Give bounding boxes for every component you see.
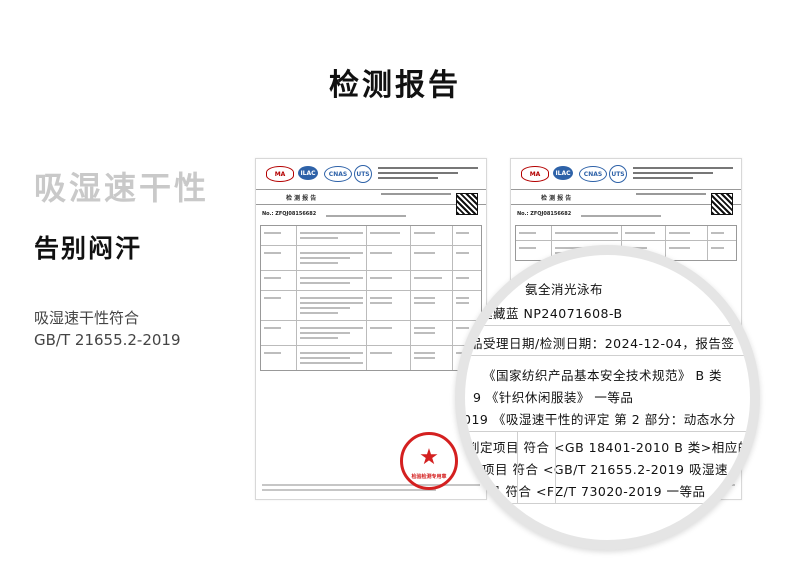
report-number-row: No.: ZFQJ08156682 (256, 211, 486, 221)
feature-subtitle: 告别闷汗 (34, 234, 143, 263)
report-number: No.: ZFQJ08156682 (262, 211, 317, 217)
report-title-row: 检 测 报 告 (511, 189, 741, 205)
description-line-1: 吸湿速干性符合 (34, 309, 140, 327)
header-text-lines (378, 167, 478, 182)
magnified-line-1: 氨全消光泳布 (525, 282, 604, 297)
magnified-line-5: 9 《针织休闲服装》 一等品 (473, 390, 634, 405)
table-row (261, 246, 481, 271)
magnified-line-9: 项目 符合 <FZ/T 73020-2019 一等品 (475, 484, 706, 499)
report-table (260, 225, 482, 371)
table-row (516, 226, 736, 241)
magnifier-lens: 氨全消光泳布 鞑藏蓝 NP24071608-B 品受理日期/检测日期：2024-… (455, 245, 760, 550)
header-text-lines (633, 167, 733, 182)
cnas-logo-icon: CNAS (579, 166, 607, 182)
feature-title: 吸湿速干性 (34, 169, 210, 207)
magnified-line-2: 鞑藏蓝 NP24071608-B (480, 306, 623, 321)
table-row (261, 321, 481, 346)
page-title: 检测报告 (329, 68, 461, 103)
ma-logo-icon: MA (266, 166, 294, 182)
table-row (261, 346, 481, 370)
ma-logo-icon: MA (521, 166, 549, 182)
report-number: No.: ZFQJ08156682 (517, 211, 572, 217)
report-header: MA ILAC CNAS UTS (511, 159, 741, 189)
description-line-2: GB/T 21655.2-2019 (34, 331, 181, 349)
ilac-logo-icon: ILAC (553, 166, 573, 180)
magnified-line-7: 判定项目 符合 <GB 18401-2010 B 类>相应的 (467, 440, 751, 455)
table-row (261, 226, 481, 246)
feature-description: 吸湿速干性符合 GB/T 21655.2-2019 (34, 307, 234, 351)
red-seal-stamp: ★ 检验检测专用章 (400, 432, 458, 490)
magnified-line-6: 019 《吸湿速干性的评定 第 2 部分：动态水分 (463, 412, 736, 427)
stamp-label: 检验检测专用章 (411, 474, 447, 480)
table-row (261, 291, 481, 321)
report-title-row: 检 测 报 告 (256, 189, 486, 205)
ilac-logo-icon: ILAC (298, 166, 318, 180)
feature-panel: 吸湿速干性 告别闷汗 吸湿速干性符合 GB/T 21655.2-2019 (34, 163, 234, 351)
uts-logo-icon: UTS (609, 165, 627, 183)
report-heading: 检 测 报 告 (286, 195, 317, 202)
report-header: MA ILAC CNAS UTS (256, 159, 486, 189)
report-heading: 检 测 报 告 (541, 195, 572, 202)
magnified-report-text: 氨全消光泳布 鞑藏蓝 NP24071608-B 品受理日期/检测日期：2024-… (465, 255, 750, 540)
cnas-logo-icon: CNAS (324, 166, 352, 182)
star-icon: ★ (419, 445, 439, 470)
report-number-row: No.: ZFQJ08156682 (511, 211, 741, 221)
uts-logo-icon: UTS (354, 165, 372, 183)
magnified-line-8: 定项目 符合 <GB/T 21655.2-2019 吸湿速 (469, 462, 728, 477)
magnified-line-3: 品受理日期/检测日期：2024-12-04，报告签 (470, 336, 735, 351)
table-row (261, 271, 481, 291)
magnified-line-4: 《国家纺织产品基本安全技术规范》 B 类 (483, 368, 723, 383)
